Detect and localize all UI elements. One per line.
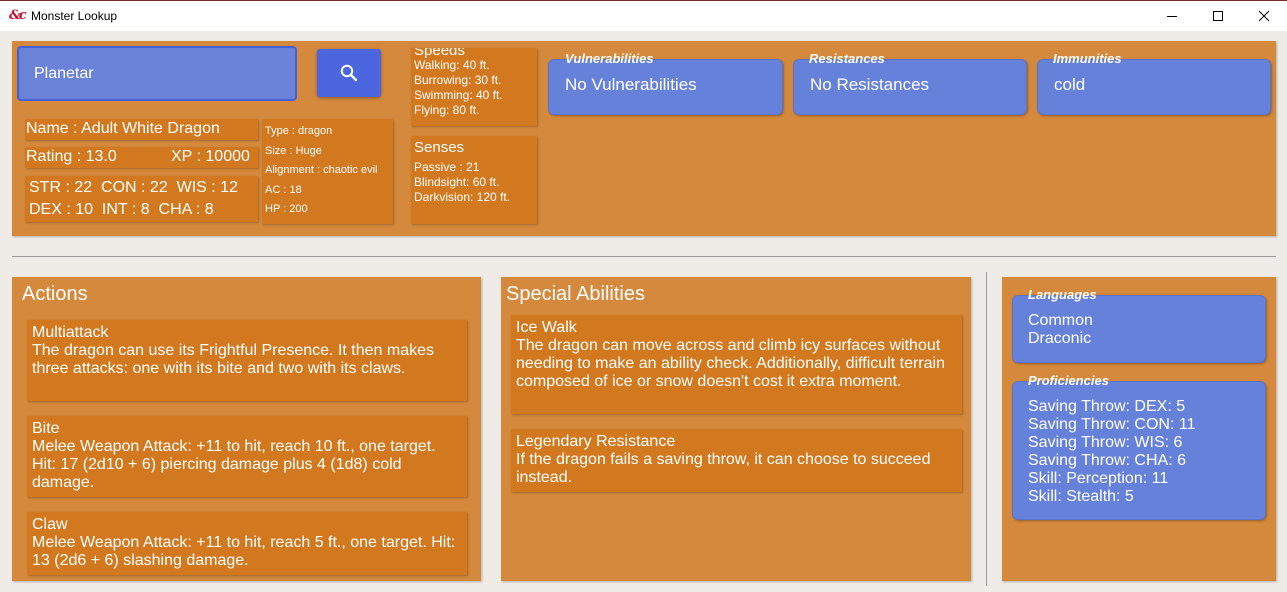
maximize-button[interactable] [1195, 1, 1241, 31]
action-description: Melee Weapon Attack: +11 to hit, reach 1… [32, 438, 436, 491]
senses-header: Senses [414, 139, 465, 156]
proficiency-item: Skill: Stealth: 5 [1028, 488, 1134, 505]
special-ability-name: Ice Walk [516, 319, 577, 336]
resistances-label: Resistances [809, 51, 885, 66]
ability-scores-line-2: DEX : 10 INT : 8 CHA : 8 [29, 201, 214, 218]
special-ability-name: Legendary Resistance [516, 433, 676, 450]
languages-label: Languages [1028, 287, 1097, 302]
languages-list: Common Draconic [1028, 312, 1093, 348]
immunities-value: cold [1054, 75, 1086, 94]
monster-size: Size : Huge [265, 144, 322, 157]
horizontal-divider [12, 256, 1276, 257]
experience-points: XP : 10000 [171, 148, 250, 165]
ability-scores-line-1: STR : 22 CON : 22 WIS : 12 [29, 179, 238, 196]
special-abilities-title: Special Abilities [506, 283, 645, 305]
speed-item: Walking: 40 ft. [414, 58, 490, 72]
rating-xp-row: Rating : 13.0 XP : 10000 [25, 147, 258, 168]
hit-points: HP : 200 [265, 203, 308, 216]
action-item: Multiattack The dragon can use its Frigh… [27, 320, 467, 401]
resistances-box: No Resistances [793, 59, 1027, 115]
minimize-button[interactable] [1149, 1, 1195, 31]
vulnerabilities-box: No Vulnerabilities [548, 59, 783, 115]
action-name: Bite [32, 420, 60, 437]
vertical-divider [986, 272, 987, 586]
languages-box: Common Draconic [1012, 295, 1266, 363]
proficiencies-box: Saving Throw: DEX: 5 Saving Throw: CON: … [1012, 381, 1266, 520]
immunities-label: Immunities [1053, 51, 1122, 66]
vulnerabilities-value: No Vulnerabilities [565, 75, 697, 94]
proficiencies-list: Saving Throw: DEX: 5 Saving Throw: CON: … [1028, 398, 1195, 506]
special-ability-description: The dragon can move across and climb icy… [516, 337, 945, 390]
action-description: The dragon can use its Frightful Presenc… [32, 342, 434, 377]
resistances-value: No Resistances [810, 75, 930, 94]
special-ability-item: Legendary Resistance If the dragon fails… [511, 429, 962, 492]
immunities-box: cold [1037, 59, 1271, 115]
window-title: Monster Lookup [31, 9, 118, 23]
armor-class: AC : 18 [265, 183, 302, 196]
special-ability-description: If the dragon fails a saving throw, it c… [516, 451, 931, 486]
proficiency-item: Skill: Perception: 11 [1028, 470, 1169, 487]
proficiency-item: Saving Throw: CON: 11 [1028, 416, 1196, 433]
monster-alignment: Alignment : chaotic evil [265, 164, 378, 177]
action-item: Bite Melee Weapon Attack: +11 to hit, re… [27, 416, 467, 497]
title-bar: &c Monster Lookup [0, 0, 1287, 31]
search-icon [340, 64, 358, 82]
speed-item: Swimming: 40 ft. [414, 88, 503, 102]
monster-name: Name : Adult White Dragon [25, 119, 258, 140]
senses-box: Senses Passive : 21 Blindsight: 60 ft. D… [411, 136, 537, 224]
proficiency-item: Saving Throw: DEX: 5 [1028, 398, 1186, 415]
sense-item: Darkvision: 120 ft. [414, 190, 511, 204]
proficiencies-label: Proficiencies [1028, 373, 1109, 388]
proficiency-item: Saving Throw: WIS: 6 [1028, 434, 1183, 451]
language-item: Draconic [1028, 330, 1092, 347]
search-button[interactable] [317, 49, 381, 97]
ability-scores: STR : 22 CON : 22 WIS : 12 DEX : 10 INT :… [25, 176, 258, 222]
action-name: Multiattack [32, 324, 109, 341]
close-icon [1259, 11, 1269, 21]
close-button[interactable] [1241, 1, 1287, 31]
monster-type: Type : dragon [265, 125, 333, 137]
action-item: Claw Melee Weapon Attack: +11 to hit, re… [27, 512, 467, 575]
sense-item: Passive : 21 [414, 160, 480, 174]
sense-item: Blindsight: 60 ft. [414, 175, 500, 189]
language-item: Common [1028, 312, 1093, 329]
minimize-icon [1167, 16, 1177, 17]
challenge-rating: Rating : 13.0 [26, 148, 117, 165]
maximize-icon [1213, 11, 1223, 21]
dnd-ampersand-icon: &c [9, 8, 27, 23]
speed-item: Burrowing: 30 ft. [414, 73, 502, 87]
action-description: Melee Weapon Attack: +11 to hit, reach 5… [32, 534, 456, 569]
vulnerabilities-label: Vulnerabilities [565, 51, 654, 66]
speeds-box: Speeds Walking: 40 ft. Burrowing: 30 ft.… [411, 48, 537, 126]
search-input[interactable] [17, 46, 297, 101]
special-ability-item: Ice Walk The dragon can move across and … [511, 315, 962, 414]
speeds-header: Speeds [414, 48, 465, 59]
action-name: Claw [32, 516, 68, 533]
monster-details: Type : dragon Size : Huge Alignment : ch… [262, 119, 393, 224]
actions-title: Actions [22, 283, 88, 305]
speed-item: Flying: 80 ft. [414, 103, 480, 117]
proficiency-item: Saving Throw: CHA: 6 [1028, 452, 1186, 469]
